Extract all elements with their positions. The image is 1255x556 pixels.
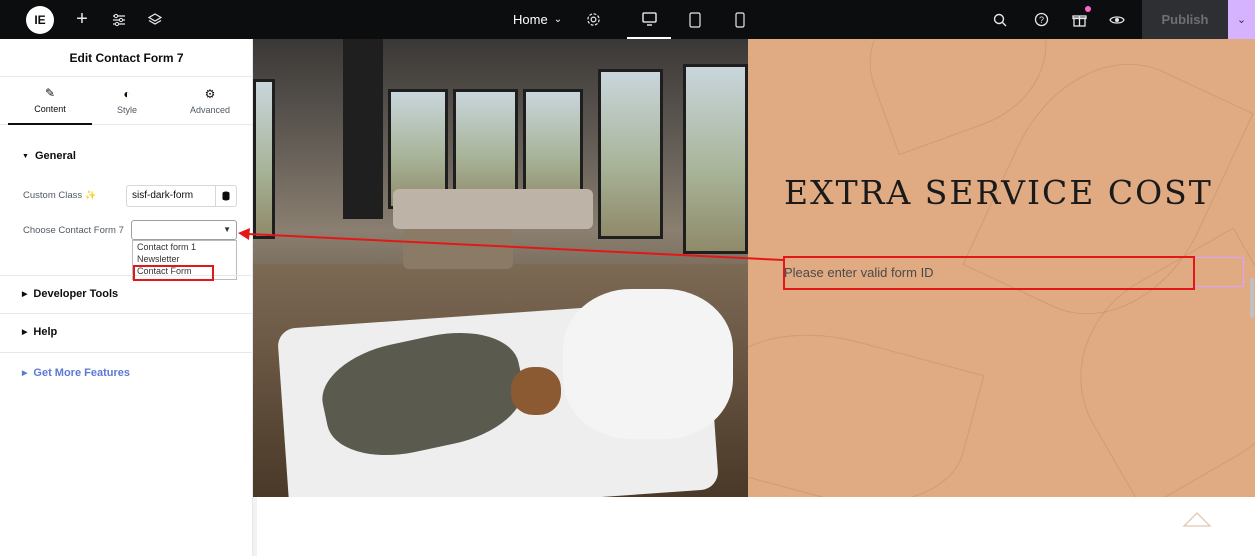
section-heading: EXTRA SERVICE COST <box>784 173 1213 212</box>
help-icon[interactable]: ? <box>1031 0 1051 39</box>
divider <box>0 275 253 276</box>
caret-down-icon: ▼ <box>223 225 231 234</box>
tab-label: Advanced <box>189 105 231 115</box>
sliders-icon[interactable] <box>109 0 129 39</box>
search-icon[interactable] <box>990 0 1010 39</box>
tablet-icon[interactable] <box>684 0 706 39</box>
caret-right-icon: ▶ <box>22 291 28 298</box>
photo-window <box>683 64 748 254</box>
caret-right-icon: ▶ <box>22 370 28 377</box>
half-circle-icon: ◐ <box>123 87 131 101</box>
photo-fireplace <box>343 39 383 219</box>
chevron-down-icon: ⌄ <box>553 14 563 25</box>
photo-window <box>253 79 275 239</box>
option-contact-form-1[interactable]: Contact form 1 <box>133 241 236 253</box>
get-more-features-link[interactable]: ▶ Get More Features <box>22 367 130 379</box>
section-help-label: Help <box>33 326 58 338</box>
eye-icon[interactable] <box>1106 0 1128 39</box>
section-general[interactable]: ▼ General <box>22 150 76 162</box>
contact-form-select[interactable]: ▼ <box>131 220 237 240</box>
elementor-logo-icon[interactable]: IE <box>26 6 54 34</box>
custom-class-label: Custom Class ✨ <box>23 190 97 201</box>
panel-title: Edit Contact Form 7 <box>0 39 253 77</box>
dynamic-tags-icon[interactable] <box>215 185 237 207</box>
section-general-label: General <box>34 150 76 162</box>
pencil-icon: ✎ <box>44 86 56 100</box>
scroll-to-top-icon[interactable] <box>1182 508 1212 534</box>
divider <box>0 313 253 314</box>
chevron-down-icon: ⌄ <box>1236 14 1247 26</box>
tab-advanced[interactable]: ⚙ Advanced <box>168 77 252 125</box>
notification-dot <box>1085 6 1091 12</box>
annotation-highlight-option <box>133 265 214 281</box>
editor-topbar: IE + Home ⌄ ? Publish ⌄ <box>0 0 1255 39</box>
publish-options-button[interactable]: ⌄ <box>1228 0 1255 39</box>
caret-down-icon: ▼ <box>22 152 29 160</box>
leaf-pattern <box>748 308 985 497</box>
layers-icon[interactable] <box>145 0 165 39</box>
publish-button[interactable]: Publish <box>1142 0 1228 39</box>
choose-form-label: Choose Contact Form 7 <box>23 225 124 236</box>
editor-panel: Edit Contact Form 7 ✎ Content ◐ Style ⚙ … <box>0 39 253 556</box>
scrollbar-thumb[interactable] <box>1250 278 1254 318</box>
photo-window <box>598 69 663 239</box>
settings-icon[interactable] <box>582 0 604 39</box>
caret-right-icon: ▶ <box>22 329 28 336</box>
photo-sofa <box>393 189 593 229</box>
room-photo <box>253 39 748 497</box>
plus-icon[interactable]: + <box>72 0 92 39</box>
section-developer-tools-label: Developer Tools <box>33 288 119 300</box>
photo-dog <box>511 367 561 415</box>
canvas-edge <box>253 497 257 556</box>
mobile-icon[interactable] <box>730 0 750 39</box>
tab-style[interactable]: ◐ Style <box>85 77 169 125</box>
photo-ottoman <box>403 229 513 269</box>
get-more-features-label: Get More Features <box>33 367 130 379</box>
photo-duvet <box>563 289 733 439</box>
page-selector[interactable]: Home ⌄ <box>513 0 562 39</box>
desktop-icon[interactable] <box>627 0 671 39</box>
option-newsletter[interactable]: Newsletter <box>133 253 236 265</box>
gear-icon: ⚙ <box>204 87 216 101</box>
tab-content[interactable]: ✎ Content <box>8 77 92 125</box>
svg-text:?: ? <box>1038 15 1043 25</box>
panel-tabs: ✎ Content ◐ Style ⚙ Advanced <box>0 77 253 125</box>
custom-class-input[interactable]: sisf-dark-form <box>126 185 216 207</box>
divider <box>0 352 253 353</box>
tab-label: Content <box>34 104 66 114</box>
section-developer-tools[interactable]: ▶ Developer Tools <box>22 288 118 300</box>
widget-outline <box>1194 257 1244 287</box>
tab-label: Style <box>116 105 137 115</box>
section-help[interactable]: ▶ Help <box>22 326 57 338</box>
sparkle-icon[interactable]: ✨ <box>85 190 96 200</box>
annotation-highlight-notice <box>783 256 1195 290</box>
page-selector-label: Home <box>513 12 548 27</box>
